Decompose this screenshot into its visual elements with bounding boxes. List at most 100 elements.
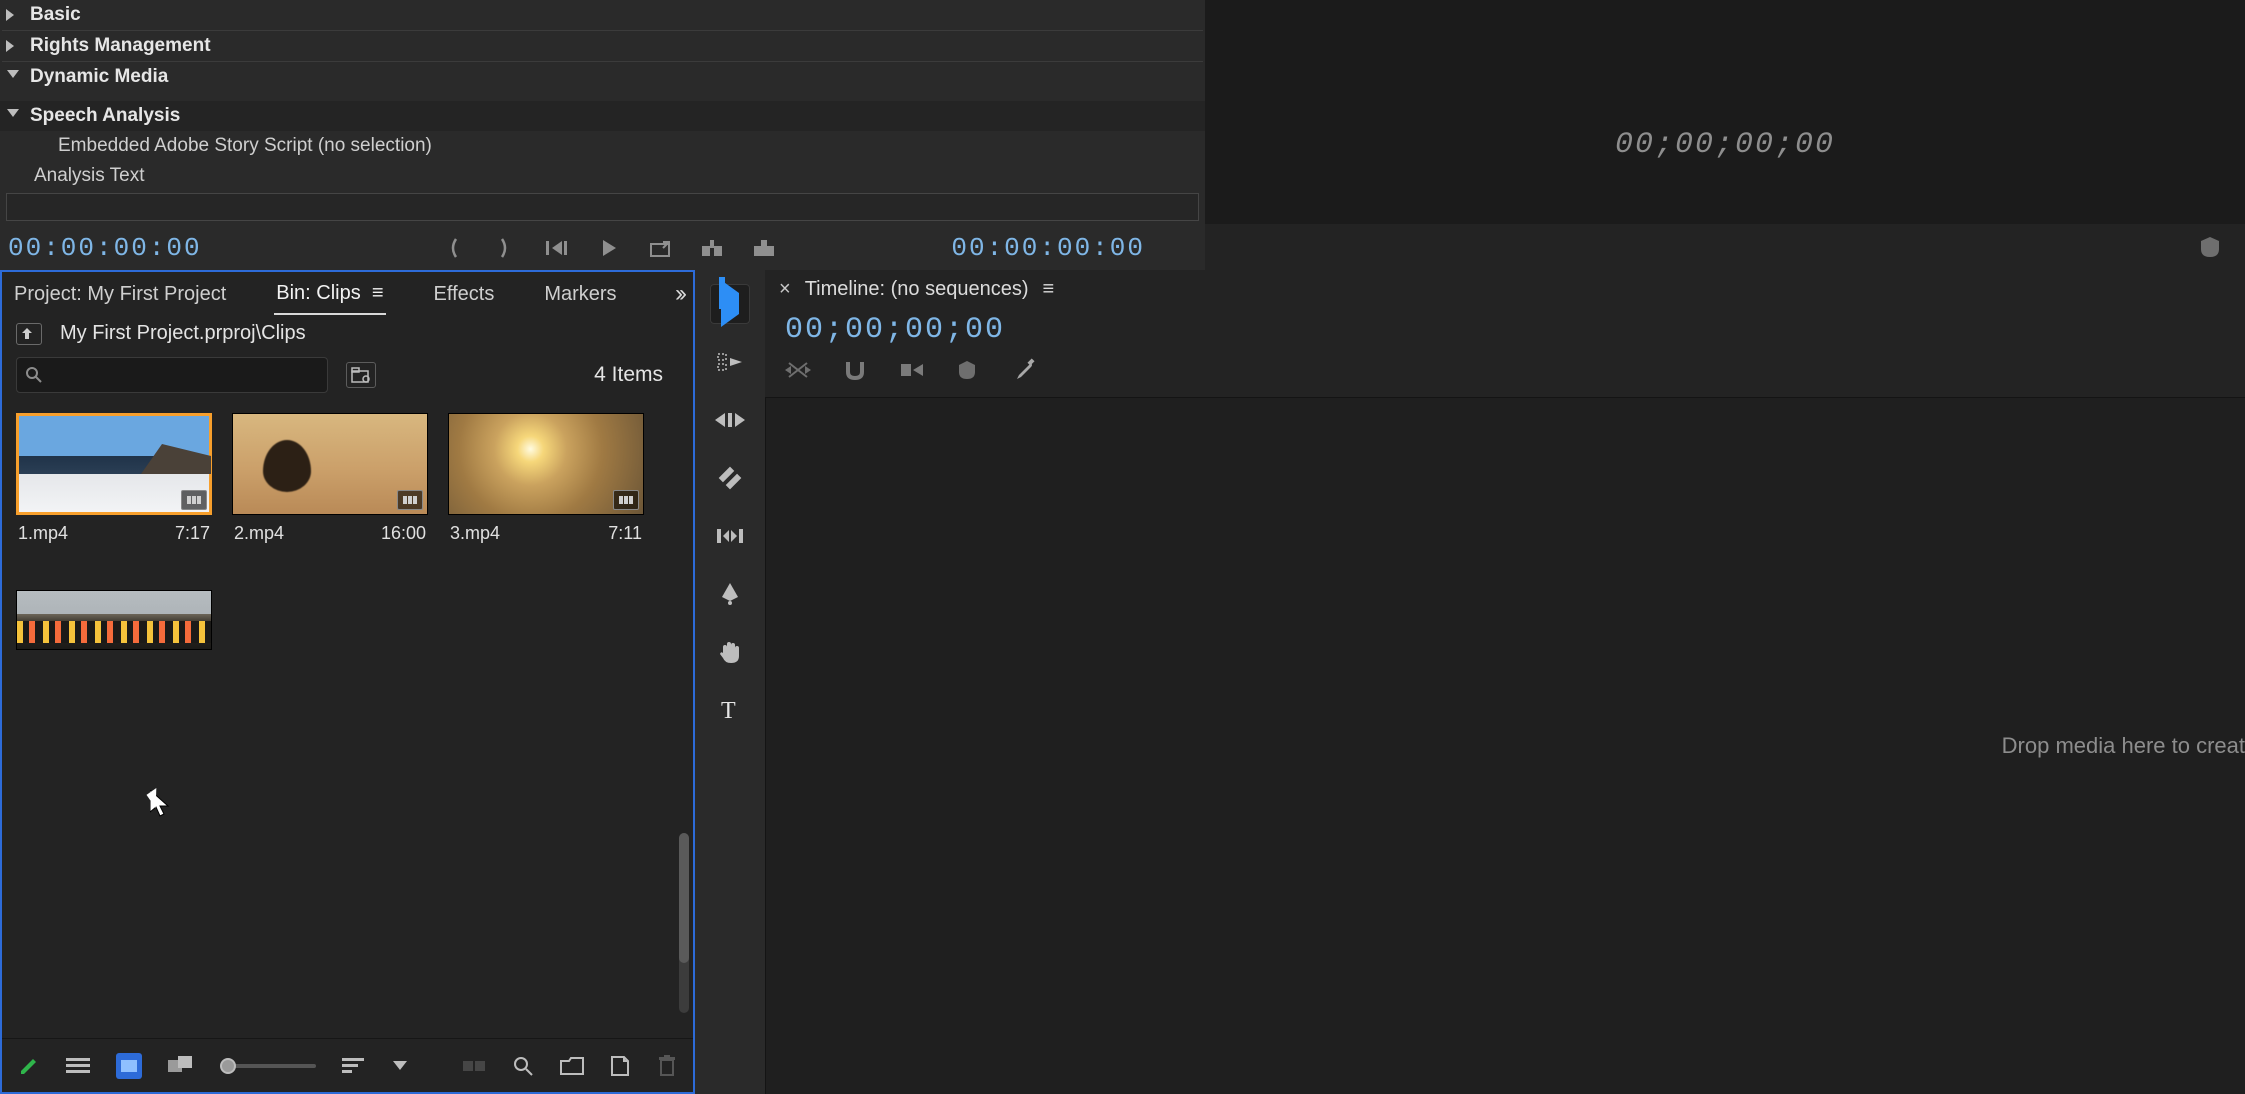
icon-view-icon[interactable] bbox=[116, 1053, 142, 1079]
bin-up-button[interactable] bbox=[16, 323, 42, 345]
clip-item[interactable]: 1.mp4 7:17 bbox=[16, 413, 212, 544]
clip-thumbnail[interactable] bbox=[16, 590, 212, 650]
tab-bin[interactable]: Bin: Clips ≡ bbox=[274, 274, 385, 315]
safe-margins-icon[interactable] bbox=[2199, 235, 2221, 259]
clip-thumbnail[interactable] bbox=[448, 413, 644, 515]
metadata-rights-label: Rights Management bbox=[30, 35, 211, 57]
clip-item[interactable]: 3.mp4 7:11 bbox=[448, 413, 644, 544]
speech-analysis-header[interactable]: Speech Analysis bbox=[0, 101, 1205, 131]
clip-item[interactable] bbox=[16, 590, 212, 650]
timeline-drop-area[interactable]: Drop media here to creat bbox=[765, 397, 2245, 1094]
timeline-settings-icon[interactable] bbox=[1009, 357, 1035, 383]
timeline-title[interactable]: Timeline: (no sequences) bbox=[805, 278, 1029, 301]
insert-sequence-icon[interactable] bbox=[785, 359, 811, 381]
chevron-right-icon bbox=[6, 39, 20, 53]
insert-icon[interactable] bbox=[700, 235, 726, 261]
metadata-dynamic-label: Dynamic Media bbox=[30, 66, 168, 88]
embedded-script-row[interactable]: Embedded Adobe Story Script (no selectio… bbox=[0, 131, 1205, 161]
analysis-text-row: Analysis Text bbox=[0, 161, 1205, 191]
video-badge-icon bbox=[181, 490, 207, 510]
search-input[interactable] bbox=[16, 357, 328, 393]
clip-duration: 7:11 bbox=[608, 523, 642, 544]
tab-project[interactable]: Project: My First Project bbox=[12, 275, 228, 314]
clip-duration: 7:17 bbox=[175, 523, 210, 544]
play-icon[interactable] bbox=[596, 235, 622, 261]
chevron-right-icon bbox=[6, 8, 20, 22]
metadata-panel: Basic Rights Management Dynamic Media Sp… bbox=[0, 0, 1205, 270]
new-item-icon[interactable] bbox=[610, 1053, 631, 1079]
clip-grid: 1.mp4 7:17 2.mp4 16:00 bbox=[2, 403, 693, 1038]
program-timecode[interactable]: 00;00;00;00 bbox=[1615, 128, 1835, 162]
timeline-timecode[interactable]: 00;00;00;00 bbox=[765, 309, 2245, 351]
source-out-timecode[interactable]: 00:00:00:00 bbox=[951, 233, 1145, 263]
program-monitor: 00;00;00;00 bbox=[1205, 0, 2245, 270]
metadata-dynamic-row[interactable]: Dynamic Media bbox=[0, 62, 1205, 92]
overwrite-icon[interactable] bbox=[752, 235, 778, 261]
type-tool[interactable]: T bbox=[710, 690, 750, 730]
clip-duration: 16:00 bbox=[381, 523, 426, 544]
tab-bin-label: Bin: Clips bbox=[276, 282, 360, 304]
write-enable-icon[interactable] bbox=[18, 1053, 40, 1079]
tools-panel: T bbox=[695, 270, 765, 1094]
trash-icon[interactable] bbox=[656, 1053, 677, 1079]
item-count: 4 Items bbox=[594, 363, 679, 387]
tab-effects[interactable]: Effects bbox=[432, 275, 497, 314]
export-frame-icon[interactable] bbox=[648, 235, 674, 261]
project-panel: Project: My First Project Bin: Clips ≡ E… bbox=[0, 270, 695, 1094]
clip-item[interactable]: 2.mp4 16:00 bbox=[232, 413, 428, 544]
linked-selection-icon[interactable] bbox=[899, 360, 925, 380]
track-select-tool[interactable] bbox=[710, 342, 750, 382]
panel-menu-icon[interactable]: ≡ bbox=[372, 282, 384, 304]
video-badge-icon bbox=[613, 490, 639, 510]
sort-icon[interactable] bbox=[342, 1053, 364, 1079]
panel-menu-icon[interactable]: ≡ bbox=[1043, 278, 1055, 301]
ripple-edit-tool[interactable] bbox=[710, 400, 750, 440]
zoom-slider[interactable] bbox=[220, 1053, 316, 1079]
timeline-drop-hint: Drop media here to creat bbox=[2002, 733, 2245, 759]
project-footer bbox=[2, 1038, 693, 1092]
automate-to-sequence-icon[interactable] bbox=[463, 1053, 487, 1079]
tab-markers[interactable]: Markers bbox=[542, 275, 618, 314]
search-icon bbox=[25, 366, 43, 384]
snap-icon[interactable] bbox=[843, 359, 867, 381]
mark-out-icon[interactable] bbox=[492, 235, 518, 261]
add-marker-icon[interactable] bbox=[957, 359, 977, 381]
new-bin-icon[interactable] bbox=[560, 1053, 584, 1079]
embedded-script-label: Embedded Adobe Story Script (no selectio… bbox=[58, 135, 432, 157]
chevron-down-icon bbox=[6, 70, 20, 84]
analysis-text-field[interactable] bbox=[6, 193, 1199, 221]
tab-overflow-icon[interactable]: ›› bbox=[675, 280, 683, 308]
video-badge-icon bbox=[397, 490, 423, 510]
step-back-icon[interactable] bbox=[544, 235, 570, 261]
sort-menu-chevron-icon[interactable] bbox=[390, 1053, 411, 1079]
list-view-icon[interactable] bbox=[66, 1053, 90, 1079]
clip-name: 3.mp4 bbox=[450, 523, 500, 544]
chevron-down-icon bbox=[6, 109, 20, 123]
source-transport-bar: 00:00:00:00 bbox=[0, 225, 1205, 270]
mark-in-icon[interactable] bbox=[440, 235, 466, 261]
clip-thumbnail[interactable] bbox=[16, 413, 212, 515]
timeline-panel: × Timeline: (no sequences) ≡ 00;00;00;00… bbox=[765, 270, 2245, 1094]
pen-tool[interactable] bbox=[710, 574, 750, 614]
clip-name: 1.mp4 bbox=[18, 523, 68, 544]
breadcrumb-path: My First Project.prproj\Clips bbox=[60, 322, 306, 345]
selection-tool[interactable] bbox=[710, 284, 750, 324]
metadata-basic-label: Basic bbox=[30, 4, 81, 26]
metadata-rights-row[interactable]: Rights Management bbox=[0, 31, 1205, 61]
freeform-view-icon[interactable] bbox=[168, 1053, 194, 1079]
clip-name: 2.mp4 bbox=[234, 523, 284, 544]
project-tabs: Project: My First Project Bin: Clips ≡ E… bbox=[2, 272, 693, 316]
clip-thumbnail[interactable] bbox=[232, 413, 428, 515]
close-tab-icon[interactable]: × bbox=[779, 278, 791, 301]
metadata-basic-row[interactable]: Basic bbox=[0, 0, 1205, 30]
find-icon[interactable] bbox=[513, 1053, 534, 1079]
slip-tool[interactable] bbox=[710, 516, 750, 556]
new-search-bin-button[interactable] bbox=[346, 362, 376, 388]
speech-analysis-label: Speech Analysis bbox=[30, 105, 180, 127]
project-scrollbar[interactable] bbox=[679, 833, 689, 1013]
source-in-timecode[interactable]: 00:00:00:00 bbox=[8, 233, 202, 263]
razor-tool[interactable] bbox=[710, 458, 750, 498]
svg-text:T: T bbox=[721, 698, 736, 722]
analysis-text-label: Analysis Text bbox=[34, 165, 145, 187]
hand-tool[interactable] bbox=[710, 632, 750, 672]
